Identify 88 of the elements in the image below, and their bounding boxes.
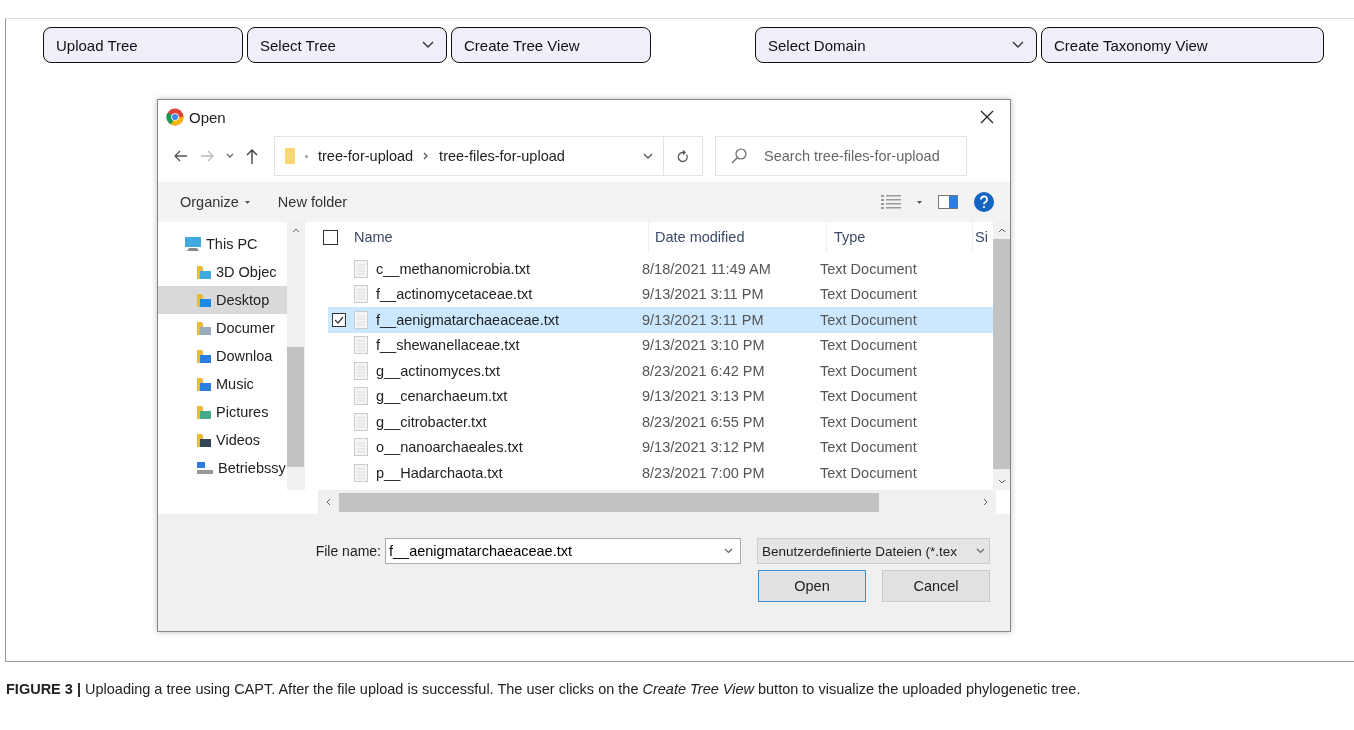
document-icon bbox=[354, 336, 368, 355]
file-row[interactable]: g__actinomyces.txt 8/23/2021 6:42 PM Text Document bbox=[328, 358, 993, 384]
file-type-dropdown[interactable]: Benutzerdefinierte Dateien (*.tex bbox=[757, 538, 990, 564]
scrollbar[interactable] bbox=[287, 222, 304, 490]
chevron-icon[interactable] bbox=[226, 153, 234, 159]
command-button[interactable]: Organize bbox=[180, 194, 250, 210]
scroll-right-icon[interactable] bbox=[983, 498, 988, 506]
chevron-icon bbox=[423, 152, 430, 160]
document-icon bbox=[354, 387, 368, 406]
toolbar-button[interactable]: Create Tree View bbox=[451, 27, 651, 63]
nav-item[interactable]: This PC bbox=[158, 230, 287, 258]
refresh-icon bbox=[677, 149, 689, 163]
dialog-button[interactable]: Cancel bbox=[882, 570, 990, 602]
scroll-down-icon[interactable] bbox=[997, 479, 1006, 484]
file-name-label: File name: bbox=[315, 543, 381, 559]
back-icon[interactable] bbox=[174, 150, 188, 162]
nav-item[interactable]: Desktop bbox=[158, 286, 287, 314]
figure-caption: FIGURE 3 | Uploading a tree using CAPT. After the file upload is successful. The user clicks on the Create Tree View button to visualize the uploaded phylogenetic tree. bbox=[6, 680, 1082, 699]
overflow-icon bbox=[305, 154, 308, 158]
nav-item[interactable]: Videos bbox=[158, 426, 287, 454]
column-header[interactable]: Type bbox=[827, 222, 973, 252]
caret-icon[interactable] bbox=[917, 200, 922, 204]
scroll-left-icon[interactable] bbox=[326, 498, 331, 506]
folder-icon bbox=[196, 348, 212, 364]
nav-item[interactable]: 3D Objec bbox=[158, 258, 287, 286]
scrollbar[interactable] bbox=[318, 490, 996, 514]
dialog-button[interactable]: Open bbox=[758, 570, 866, 602]
file-row[interactable]: c__methanomicrobia.txt 8/18/2021 11:49 AM Text Document bbox=[328, 256, 993, 282]
column-header[interactable]: Si bbox=[973, 222, 993, 252]
nav-item[interactable]: Betriebssy bbox=[158, 454, 287, 482]
checkbox-icon[interactable] bbox=[332, 312, 346, 327]
chevron-icon bbox=[1012, 41, 1024, 49]
folder-icon bbox=[196, 404, 212, 420]
search-field[interactable]: Search tree-files-for-upload bbox=[715, 136, 967, 176]
folder-icon bbox=[196, 320, 212, 336]
document-icon bbox=[354, 412, 368, 431]
column-header[interactable]: Date modified bbox=[649, 222, 827, 252]
preview-pane-icon[interactable] bbox=[938, 195, 958, 209]
folder-icon bbox=[196, 376, 212, 392]
file-row[interactable]: g__cenarchaeum.txt 9/13/2021 3:13 PM Text Document bbox=[328, 383, 993, 409]
toolbar-button[interactable]: Upload Tree bbox=[43, 27, 243, 63]
folder-icon bbox=[196, 292, 212, 308]
document-icon bbox=[354, 259, 368, 278]
computer-icon bbox=[184, 236, 202, 252]
browser-logo-icon bbox=[166, 108, 184, 126]
view-list-icon[interactable] bbox=[881, 195, 901, 209]
chevron-icon bbox=[422, 41, 434, 49]
select-dropdown[interactable]: Select Tree bbox=[247, 27, 447, 63]
file-row[interactable]: g__citrobacter.txt 8/23/2021 6:55 PM Text Document bbox=[328, 409, 993, 435]
nav-item[interactable]: Music bbox=[158, 370, 287, 398]
nav-item[interactable]: Downloa bbox=[158, 342, 287, 370]
folder-icon bbox=[196, 432, 212, 448]
drive-icon bbox=[196, 461, 214, 475]
document-icon bbox=[354, 361, 368, 380]
document-icon bbox=[354, 285, 368, 304]
select-dropdown[interactable]: Select Domain bbox=[755, 27, 1037, 63]
refresh-button[interactable] bbox=[663, 136, 703, 176]
chevron-icon bbox=[976, 548, 985, 554]
file-row[interactable]: o__nanoarchaeales.txt 9/13/2021 3:12 PM Text Document bbox=[328, 434, 993, 460]
file-row[interactable]: f__actinomycetaceae.txt 9/13/2021 3:11 PM Text Document bbox=[328, 281, 993, 307]
chevron-icon[interactable] bbox=[643, 152, 653, 160]
scroll-up-icon[interactable] bbox=[291, 228, 300, 233]
column-header[interactable]: Name bbox=[309, 222, 649, 252]
file-row[interactable]: f__shewanellaceae.txt 9/13/2021 3:10 PM Text Document bbox=[328, 332, 993, 358]
file-row[interactable]: p__Hadarchaota.txt 8/23/2021 7:00 PM Text Document bbox=[328, 460, 993, 486]
file-name-field[interactable]: f__aenigmatarchaeaceae.txt bbox=[385, 538, 741, 564]
dialog-title: Open bbox=[189, 108, 227, 126]
close-icon[interactable] bbox=[980, 110, 994, 124]
scroll-up-icon[interactable] bbox=[997, 228, 1006, 233]
search-icon bbox=[731, 148, 747, 164]
toolbar-button[interactable]: Create Taxonomy View bbox=[1041, 27, 1324, 63]
document-icon bbox=[354, 463, 368, 482]
chevron-icon[interactable] bbox=[724, 548, 733, 554]
folder-icon bbox=[196, 264, 212, 280]
breadcrumb-item[interactable]: tree-files-for-upload bbox=[439, 148, 565, 164]
up-arrow-icon[interactable] bbox=[246, 148, 258, 164]
folder-icon bbox=[285, 148, 295, 164]
address-bar[interactable]: tree-for-upload tree-files-for-upload bbox=[274, 136, 664, 176]
document-icon bbox=[354, 310, 368, 329]
file-row[interactable]: f__aenigmatarchaeaceae.txt 9/13/2021 3:11 PM Text Document bbox=[328, 307, 993, 333]
document-icon bbox=[354, 438, 368, 457]
scrollbar[interactable] bbox=[993, 222, 1010, 490]
help-icon[interactable] bbox=[974, 192, 994, 212]
command-button[interactable]: New folder bbox=[277, 194, 348, 210]
caret-icon bbox=[244, 200, 250, 204]
breadcrumb-item[interactable]: tree-for-upload bbox=[318, 148, 414, 164]
nav-item[interactable]: Documer bbox=[158, 314, 287, 342]
nav-item[interactable]: Pictures bbox=[158, 398, 287, 426]
